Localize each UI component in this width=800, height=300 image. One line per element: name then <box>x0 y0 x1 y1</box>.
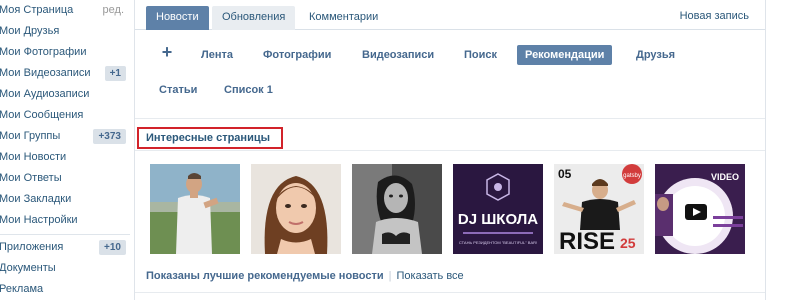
tab-comments[interactable]: Комментарии <box>299 6 388 30</box>
footer-caption: Показаны лучшие рекомендуемые новости <box>146 270 384 282</box>
recommendations-footer: Показаны лучшие рекомендуемые новости | По… <box>146 270 464 282</box>
filter-list-1[interactable]: Список 1 <box>216 80 281 100</box>
filter-photos[interactable]: Фотографии <box>255 45 339 65</box>
news-tabs: Новости Обновления Комментарии Новая зап… <box>135 0 765 30</box>
filter-search[interactable]: Поиск <box>456 45 505 65</box>
sidebar-item-label: Моя Страница <box>0 4 74 16</box>
sidebar-item-label: Мои Ответы <box>0 172 62 184</box>
sidebar-item-audio[interactable]: Мои Аудиозаписи <box>0 84 130 105</box>
sidebar-item-messages[interactable]: Мои Сообщения <box>0 105 130 126</box>
poster-caption: СТАНЬ РЕЗИДЕНТОМ "BEAUTIFUL" BAR! <box>459 240 537 245</box>
sidebar-item-label: Мои Закладки <box>0 193 72 205</box>
page-thumbnail[interactable]: 05 gatsby RISE 25 <box>554 164 644 254</box>
sidebar-divider <box>0 234 130 235</box>
recommended-pages: DJ ШКОЛА СТАНЬ РЕЗИДЕНТОМ "BEAUTIFUL" BA… <box>150 164 765 256</box>
sidebar-item-answers[interactable]: Мои Ответы <box>0 168 130 189</box>
filter-videos[interactable]: Видеозаписи <box>354 45 442 65</box>
counter-badge: +1 <box>104 66 126 81</box>
show-all-link[interactable]: Показать все <box>397 270 464 282</box>
news-panel: Новости Обновления Комментарии Новая зап… <box>134 0 766 300</box>
new-post-link[interactable]: Новая запись <box>680 10 749 22</box>
sidebar-item-apps[interactable]: Приложения +10 <box>0 237 130 258</box>
sidebar-item-documents[interactable]: Документы <box>0 258 130 279</box>
counter-badge: +373 <box>93 129 126 144</box>
sidebar-item-bookmarks[interactable]: Мои Закладки <box>0 189 130 210</box>
footer-divider: | <box>388 270 392 282</box>
page-thumbnail[interactable] <box>251 164 341 254</box>
woman-portrait-photo <box>251 164 341 254</box>
tab-news[interactable]: Новости <box>146 6 209 30</box>
filter-articles[interactable]: Статьи <box>151 80 205 100</box>
sidebar-item-label: Документы <box>0 262 56 274</box>
poster-number: 25 <box>620 235 636 251</box>
tab-updates[interactable]: Обновления <box>212 6 296 30</box>
sidebar-item-label: Мои Фотографии <box>0 46 87 58</box>
page-thumbnail[interactable]: VIDEO <box>655 164 745 254</box>
sidebar-item-groups[interactable]: Мои Группы +373 <box>0 126 130 147</box>
sidebar-item-friends[interactable]: Мои Друзья <box>0 21 130 42</box>
filter-friends[interactable]: Друзья <box>628 45 683 65</box>
sidebar-item-ads[interactable]: Реклама <box>0 279 130 300</box>
filter-recommendations[interactable]: Рекомендации <box>517 45 613 65</box>
page-thumbnail[interactable] <box>150 164 240 254</box>
poster-brand: gatsby <box>623 173 641 179</box>
poster-title: VIDEO <box>711 172 739 182</box>
sidebar-item-label: Мои Друзья <box>0 25 60 37</box>
divider <box>135 292 765 293</box>
video-lesson-poster: VIDEO <box>655 164 745 254</box>
sidebar-item-label: Мои Аудиозаписи <box>0 88 90 100</box>
divider <box>135 118 765 119</box>
sidebar-item-label: Приложения <box>0 241 64 253</box>
sidebar-item-label: Мои Группы <box>0 130 61 142</box>
edit-link[interactable]: ред. <box>103 0 124 21</box>
divider <box>135 150 765 151</box>
sidebar-item-label: Мои Сообщения <box>0 109 84 121</box>
sidebar-item-my-page[interactable]: Моя Страница ред. <box>0 0 130 21</box>
counter-badge: +10 <box>99 240 126 255</box>
sidebar-item-photos[interactable]: Мои Фотографии <box>0 42 130 63</box>
page-thumbnail[interactable]: DJ ШКОЛА СТАНЬ РЕЗИДЕНТОМ "BEAUTIFUL" BA… <box>453 164 543 254</box>
left-sidebar: Моя Страница ред. Мои Друзья Мои Фотогра… <box>0 0 130 300</box>
sidebar-item-label: Реклама <box>0 283 44 295</box>
woman-black-white-photo <box>352 164 442 254</box>
dj-school-poster: DJ ШКОЛА СТАНЬ РЕЗИДЕНТОМ "BEAUTIFUL" BA… <box>453 164 543 254</box>
sidebar-item-label: Мои Видеозаписи <box>0 67 91 79</box>
sidebar-item-settings[interactable]: Мои Настройки <box>0 210 130 231</box>
page-thumbnail[interactable] <box>352 164 442 254</box>
poster-date: 05 <box>558 167 572 181</box>
sidebar-item-label: Мои Настройки <box>0 214 78 226</box>
poster-title: DJ ШКОЛА <box>458 211 538 228</box>
poster-title: RISE <box>559 228 615 254</box>
news-filters: + Лента Фотографии Видеозаписи Поиск Рек… <box>135 31 765 121</box>
rise-party-poster: 05 gatsby RISE 25 <box>554 164 644 254</box>
add-filter-button[interactable]: + <box>159 43 175 61</box>
sidebar-item-videos[interactable]: Мои Видеозаписи +1 <box>0 63 130 84</box>
sidebar-item-label: Мои Новости <box>0 151 67 163</box>
filter-feed[interactable]: Лента <box>193 45 241 65</box>
sidebar-item-news[interactable]: Мои Новости <box>0 147 130 168</box>
section-title: Интересные страницы <box>137 127 283 149</box>
man-in-white-shirt-photo <box>150 164 240 254</box>
